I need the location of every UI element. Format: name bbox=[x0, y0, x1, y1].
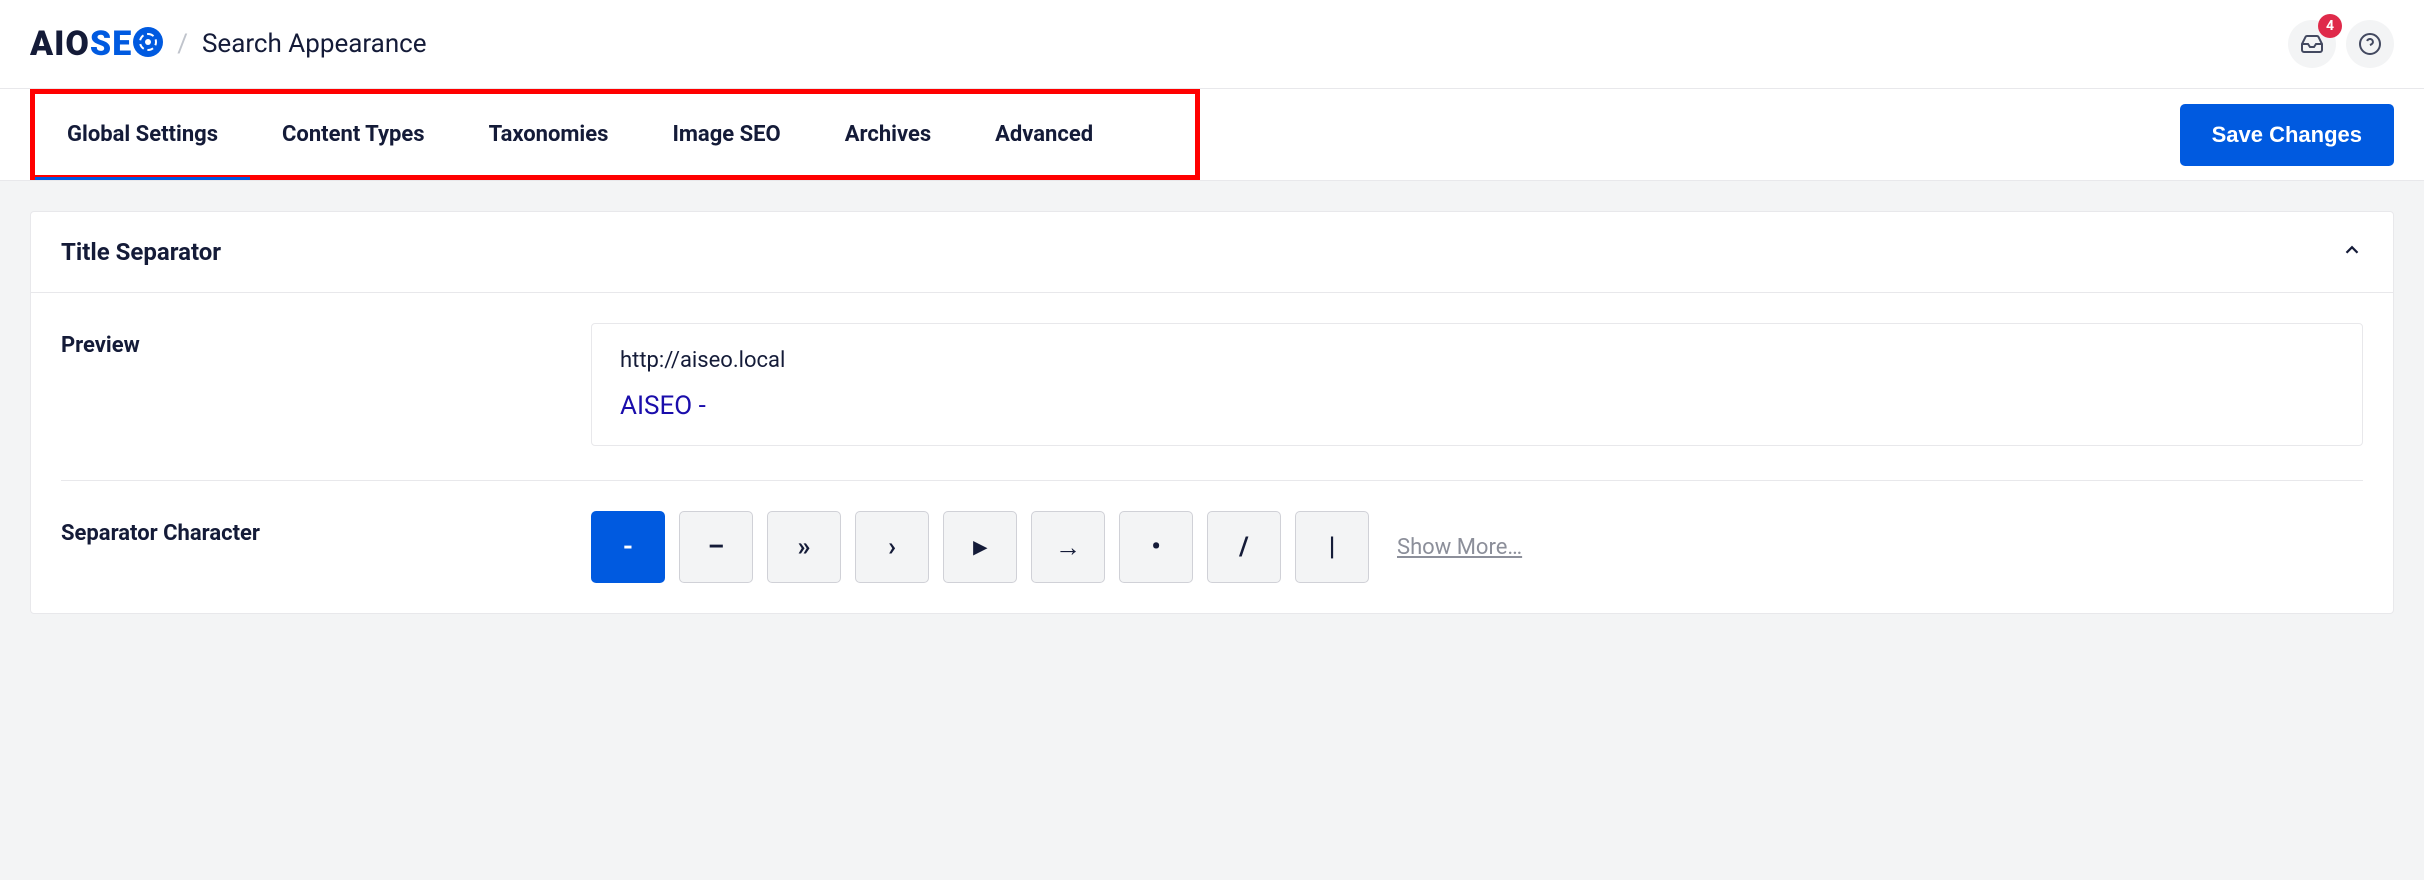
preview-url: http://aiseo.local bbox=[620, 348, 2334, 373]
separator-option-dash[interactable]: - bbox=[591, 511, 665, 583]
card-title: Title Separator bbox=[61, 238, 221, 266]
page-header: AIOSE / Search Appearance 4 bbox=[0, 0, 2424, 88]
separator-option-bullet[interactable]: • bbox=[1119, 511, 1193, 583]
separator-control: - – » › ▸ → • / | Show More… bbox=[591, 511, 2363, 583]
card-header: Title Separator bbox=[31, 212, 2393, 293]
collapse-toggle[interactable] bbox=[2341, 239, 2363, 265]
separator-option-slash[interactable]: / bbox=[1207, 511, 1281, 583]
separator-option-rsaquo[interactable]: › bbox=[855, 511, 929, 583]
separator-option-pipe[interactable]: | bbox=[1295, 511, 1369, 583]
help-icon bbox=[2358, 32, 2382, 56]
page-title: Search Appearance bbox=[202, 29, 427, 59]
chevron-up-icon bbox=[2341, 239, 2363, 261]
tab-label: Advanced bbox=[995, 122, 1093, 147]
logo-text-se: SE bbox=[90, 24, 132, 64]
content-area: Title Separator Preview http://aiseo.loc… bbox=[0, 181, 2424, 644]
title-separator-card: Title Separator Preview http://aiseo.loc… bbox=[30, 211, 2394, 614]
separator-option-triangle[interactable]: ▸ bbox=[943, 511, 1017, 583]
header-left: AIOSE / Search Appearance bbox=[30, 24, 427, 64]
separator-option-endash[interactable]: – bbox=[679, 511, 753, 583]
tab-global-settings[interactable]: Global Settings bbox=[35, 94, 250, 175]
tab-label: Global Settings bbox=[67, 122, 218, 147]
tab-label: Image SEO bbox=[672, 122, 780, 147]
logo-o-icon bbox=[133, 27, 163, 57]
notification-badge: 4 bbox=[2318, 14, 2342, 38]
tab-label: Taxonomies bbox=[489, 122, 609, 147]
tab-image-seo[interactable]: Image SEO bbox=[640, 94, 812, 175]
header-right: 4 bbox=[2288, 20, 2394, 68]
logo-text-aio: AIO bbox=[30, 24, 90, 64]
tab-label: Archives bbox=[845, 122, 931, 147]
preview-row: Preview http://aiseo.local AISEO - bbox=[61, 323, 2363, 481]
preview-label: Preview bbox=[61, 323, 591, 358]
card-body: Preview http://aiseo.local AISEO - Separ… bbox=[31, 293, 2393, 613]
separator-option-arrow[interactable]: → bbox=[1031, 511, 1105, 583]
help-button[interactable] bbox=[2346, 20, 2394, 68]
save-changes-button[interactable]: Save Changes bbox=[2180, 104, 2394, 166]
preview-box: http://aiseo.local AISEO - bbox=[591, 323, 2363, 446]
tab-taxonomies[interactable]: Taxonomies bbox=[457, 94, 641, 175]
separator-options: - – » › ▸ → • / | Show More… bbox=[591, 511, 2363, 583]
tab-content-types[interactable]: Content Types bbox=[250, 94, 457, 175]
separator-option-raquo[interactable]: » bbox=[767, 511, 841, 583]
tabs-container: Global Settings Content Types Taxonomies… bbox=[30, 89, 1200, 180]
tabs-bar: Global Settings Content Types Taxonomies… bbox=[0, 88, 2424, 181]
separator-row: Separator Character - – » › ▸ → • / | Sh… bbox=[61, 511, 2363, 583]
tab-label: Content Types bbox=[282, 122, 425, 147]
notifications-button[interactable]: 4 bbox=[2288, 20, 2336, 68]
inbox-icon bbox=[2300, 32, 2324, 56]
tab-archives[interactable]: Archives bbox=[813, 94, 963, 175]
breadcrumb-separator: / bbox=[177, 29, 188, 59]
preview-control: http://aiseo.local AISEO - bbox=[591, 323, 2363, 446]
separator-label: Separator Character bbox=[61, 511, 591, 546]
logo: AIOSE bbox=[30, 24, 163, 64]
show-more-link[interactable]: Show More… bbox=[1397, 535, 1522, 560]
tab-advanced[interactable]: Advanced bbox=[963, 94, 1125, 175]
preview-title-text: AISEO - bbox=[620, 391, 2334, 421]
